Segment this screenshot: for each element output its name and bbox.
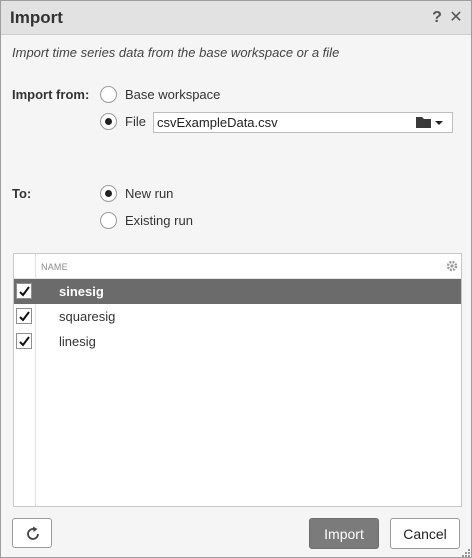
radio-base-workspace-label[interactable]: Base workspace (125, 87, 220, 102)
refresh-icon (27, 526, 39, 540)
radio-new-run-label[interactable]: New run (125, 186, 173, 201)
row-checkbox[interactable] (16, 308, 32, 324)
dialog-description: Import time series data from the base wo… (12, 45, 340, 60)
checkmark-icon (19, 311, 30, 322)
table-row[interactable]: linesig (14, 329, 461, 354)
row-name: squaresig (59, 309, 116, 324)
folder-icon[interactable] (415, 114, 449, 131)
radio-file-label[interactable]: File (125, 114, 146, 129)
to-label: To: (12, 186, 32, 201)
row-checkbox[interactable] (16, 333, 32, 349)
radio-base-workspace[interactable] (100, 86, 117, 103)
file-path-input[interactable] (153, 112, 453, 133)
checkmark-icon (19, 286, 30, 297)
close-icon[interactable]: ✕ (448, 8, 464, 28)
row-checkbox[interactable] (16, 283, 32, 299)
radio-file[interactable] (100, 113, 117, 130)
import-dialog: Import ? ✕ Import time series data from … (0, 0, 472, 558)
table-row[interactable]: sinesig (14, 279, 461, 304)
help-icon[interactable]: ? (430, 8, 444, 28)
cancel-button[interactable]: Cancel (390, 518, 460, 549)
dialog-title: Import (10, 8, 63, 27)
import-from-label: Import from: (12, 87, 90, 102)
resize-grip-icon[interactable] (461, 548, 471, 558)
gear-icon[interactable] (446, 260, 458, 272)
signals-table: NAME sinesig squaresig linesig (13, 253, 462, 507)
table-row[interactable]: squaresig (14, 304, 461, 329)
table-header: NAME (14, 254, 461, 279)
refresh-button[interactable] (12, 518, 52, 548)
row-name: linesig (59, 334, 96, 349)
radio-existing-run[interactable] (100, 212, 117, 229)
title-bar[interactable]: Import ? ✕ (1, 1, 471, 35)
radio-existing-run-label[interactable]: Existing run (125, 213, 193, 228)
column-header-name[interactable]: NAME (41, 262, 68, 272)
row-name: sinesig (59, 284, 104, 299)
checkmark-icon (19, 336, 30, 347)
import-button[interactable]: Import (309, 518, 379, 549)
radio-new-run[interactable] (100, 185, 117, 202)
